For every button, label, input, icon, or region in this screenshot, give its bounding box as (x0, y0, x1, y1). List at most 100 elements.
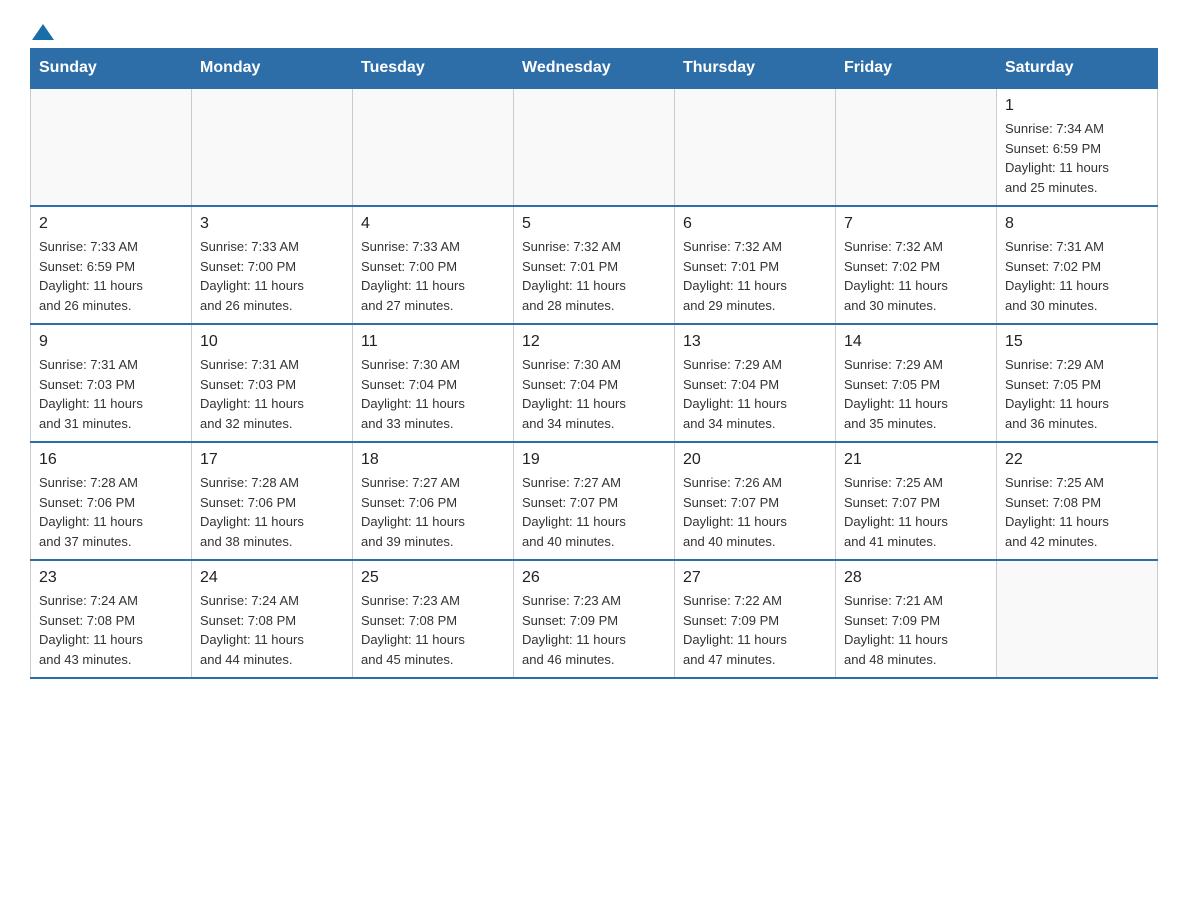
calendar-day-cell: 8 Sunrise: 7:31 AM Sunset: 7:02 PM Daylig… (997, 206, 1158, 324)
page-header (30, 20, 1158, 38)
day-info: Sunrise: 7:33 AM Sunset: 7:00 PM Dayligh… (200, 237, 344, 315)
weekday-header-wednesday: Wednesday (514, 49, 675, 89)
calendar-day-cell: 14Sunrise: 7:29 AM Sunset: 7:05 PM Dayli… (836, 324, 997, 442)
day-info: Sunrise: 7:28 AM Sunset: 7:06 PM Dayligh… (39, 473, 183, 551)
calendar-week-row: 1Sunrise: 7:34 AM Sunset: 6:59 PM Daylig… (31, 88, 1158, 206)
calendar-day-cell: 19 Sunrise: 7:27 AM Sunset: 7:07 PM Dayli… (514, 442, 675, 560)
calendar-day-cell: 9 Sunrise: 7:31 AM Sunset: 7:03 PM Daylig… (31, 324, 192, 442)
calendar-day-cell: 20 Sunrise: 7:26 AM Sunset: 7:07 PM Dayli… (675, 442, 836, 560)
day-info: Sunrise: 7:29 AM Sunset: 7:04 PM Dayligh… (683, 355, 827, 433)
calendar-day-cell: 12Sunrise: 7:30 AM Sunset: 7:04 PM Dayli… (514, 324, 675, 442)
calendar-day-cell: 24 Sunrise: 7:24 AM Sunset: 7:08 PM Dayli… (192, 560, 353, 678)
logo-triangle-icon (32, 22, 54, 42)
calendar-day-cell: 27 Sunrise: 7:22 AM Sunset: 7:09 PM Dayli… (675, 560, 836, 678)
day-number: 24 (200, 569, 344, 587)
weekday-header-saturday: Saturday (997, 49, 1158, 89)
day-info: Sunrise: 7:27 AM Sunset: 7:07 PM Dayligh… (522, 473, 666, 551)
day-number: 12 (522, 333, 666, 351)
calendar-day-cell: 10 Sunrise: 7:31 AM Sunset: 7:03 PM Dayli… (192, 324, 353, 442)
calendar-table: SundayMondayTuesdayWednesdayThursdayFrid… (30, 48, 1158, 679)
day-info: Sunrise: 7:27 AM Sunset: 7:06 PM Dayligh… (361, 473, 505, 551)
day-number: 16 (39, 451, 183, 469)
day-number: 9 (39, 333, 183, 351)
calendar-day-cell (675, 88, 836, 206)
day-info: Sunrise: 7:32 AM Sunset: 7:01 PM Dayligh… (683, 237, 827, 315)
calendar-day-cell: 18 Sunrise: 7:27 AM Sunset: 7:06 PM Dayli… (353, 442, 514, 560)
day-number: 22 (1005, 451, 1149, 469)
calendar-week-row: 9 Sunrise: 7:31 AM Sunset: 7:03 PM Daylig… (31, 324, 1158, 442)
calendar-day-cell (997, 560, 1158, 678)
day-number: 27 (683, 569, 827, 587)
calendar-day-cell: 2 Sunrise: 7:33 AM Sunset: 6:59 PM Daylig… (31, 206, 192, 324)
day-number: 25 (361, 569, 505, 587)
day-number: 2 (39, 215, 183, 233)
calendar-day-cell: 16 Sunrise: 7:28 AM Sunset: 7:06 PM Dayli… (31, 442, 192, 560)
calendar-week-row: 23 Sunrise: 7:24 AM Sunset: 7:08 PM Dayli… (31, 560, 1158, 678)
day-info: Sunrise: 7:25 AM Sunset: 7:08 PM Dayligh… (1005, 473, 1149, 551)
weekday-header-sunday: Sunday (31, 49, 192, 89)
day-info: Sunrise: 7:30 AM Sunset: 7:04 PM Dayligh… (361, 355, 505, 433)
day-info: Sunrise: 7:24 AM Sunset: 7:08 PM Dayligh… (39, 591, 183, 669)
day-info: Sunrise: 7:31 AM Sunset: 7:02 PM Dayligh… (1005, 237, 1149, 315)
calendar-day-cell: 17 Sunrise: 7:28 AM Sunset: 7:06 PM Dayli… (192, 442, 353, 560)
calendar-day-cell (514, 88, 675, 206)
weekday-header-tuesday: Tuesday (353, 49, 514, 89)
calendar-day-cell (31, 88, 192, 206)
day-number: 18 (361, 451, 505, 469)
day-number: 10 (200, 333, 344, 351)
day-number: 3 (200, 215, 344, 233)
day-number: 26 (522, 569, 666, 587)
day-number: 23 (39, 569, 183, 587)
calendar-day-cell (192, 88, 353, 206)
calendar-day-cell: 15Sunrise: 7:29 AM Sunset: 7:05 PM Dayli… (997, 324, 1158, 442)
day-number: 17 (200, 451, 344, 469)
day-number: 4 (361, 215, 505, 233)
day-info: Sunrise: 7:32 AM Sunset: 7:02 PM Dayligh… (844, 237, 988, 315)
day-info: Sunrise: 7:25 AM Sunset: 7:07 PM Dayligh… (844, 473, 988, 551)
calendar-day-cell: 23 Sunrise: 7:24 AM Sunset: 7:08 PM Dayli… (31, 560, 192, 678)
calendar-day-cell (836, 88, 997, 206)
day-number: 14 (844, 333, 988, 351)
day-info: Sunrise: 7:33 AM Sunset: 6:59 PM Dayligh… (39, 237, 183, 315)
day-info: Sunrise: 7:33 AM Sunset: 7:00 PM Dayligh… (361, 237, 505, 315)
day-number: 19 (522, 451, 666, 469)
day-number: 5 (522, 215, 666, 233)
calendar-day-cell: 13 Sunrise: 7:29 AM Sunset: 7:04 PM Dayli… (675, 324, 836, 442)
day-info: Sunrise: 7:22 AM Sunset: 7:09 PM Dayligh… (683, 591, 827, 669)
calendar-day-cell: 3 Sunrise: 7:33 AM Sunset: 7:00 PM Daylig… (192, 206, 353, 324)
day-info: Sunrise: 7:28 AM Sunset: 7:06 PM Dayligh… (200, 473, 344, 551)
weekday-header-friday: Friday (836, 49, 997, 89)
calendar-day-cell: 28 Sunrise: 7:21 AM Sunset: 7:09 PM Dayli… (836, 560, 997, 678)
day-info: Sunrise: 7:32 AM Sunset: 7:01 PM Dayligh… (522, 237, 666, 315)
day-number: 6 (683, 215, 827, 233)
calendar-day-cell: 6 Sunrise: 7:32 AM Sunset: 7:01 PM Daylig… (675, 206, 836, 324)
calendar-day-cell: 26 Sunrise: 7:23 AM Sunset: 7:09 PM Dayli… (514, 560, 675, 678)
day-number: 1 (1005, 97, 1149, 115)
day-number: 20 (683, 451, 827, 469)
day-number: 13 (683, 333, 827, 351)
day-number: 8 (1005, 215, 1149, 233)
calendar-week-row: 2 Sunrise: 7:33 AM Sunset: 6:59 PM Daylig… (31, 206, 1158, 324)
weekday-header-thursday: Thursday (675, 49, 836, 89)
day-info: Sunrise: 7:24 AM Sunset: 7:08 PM Dayligh… (200, 591, 344, 669)
calendar-day-cell: 5 Sunrise: 7:32 AM Sunset: 7:01 PM Daylig… (514, 206, 675, 324)
day-number: 21 (844, 451, 988, 469)
day-info: Sunrise: 7:29 AM Sunset: 7:05 PM Dayligh… (1005, 355, 1149, 433)
logo (30, 20, 54, 38)
day-number: 7 (844, 215, 988, 233)
day-info: Sunrise: 7:21 AM Sunset: 7:09 PM Dayligh… (844, 591, 988, 669)
calendar-day-cell: 7 Sunrise: 7:32 AM Sunset: 7:02 PM Daylig… (836, 206, 997, 324)
calendar-day-cell: 25 Sunrise: 7:23 AM Sunset: 7:08 PM Dayli… (353, 560, 514, 678)
day-number: 11 (361, 333, 505, 351)
day-info: Sunrise: 7:31 AM Sunset: 7:03 PM Dayligh… (200, 355, 344, 433)
calendar-day-cell: 11 Sunrise: 7:30 AM Sunset: 7:04 PM Dayli… (353, 324, 514, 442)
weekday-header-row: SundayMondayTuesdayWednesdayThursdayFrid… (31, 49, 1158, 89)
day-number: 28 (844, 569, 988, 587)
day-info: Sunrise: 7:26 AM Sunset: 7:07 PM Dayligh… (683, 473, 827, 551)
day-info: Sunrise: 7:23 AM Sunset: 7:08 PM Dayligh… (361, 591, 505, 669)
calendar-day-cell: 21 Sunrise: 7:25 AM Sunset: 7:07 PM Dayli… (836, 442, 997, 560)
calendar-day-cell: 1Sunrise: 7:34 AM Sunset: 6:59 PM Daylig… (997, 88, 1158, 206)
day-info: Sunrise: 7:23 AM Sunset: 7:09 PM Dayligh… (522, 591, 666, 669)
calendar-day-cell (353, 88, 514, 206)
day-info: Sunrise: 7:31 AM Sunset: 7:03 PM Dayligh… (39, 355, 183, 433)
